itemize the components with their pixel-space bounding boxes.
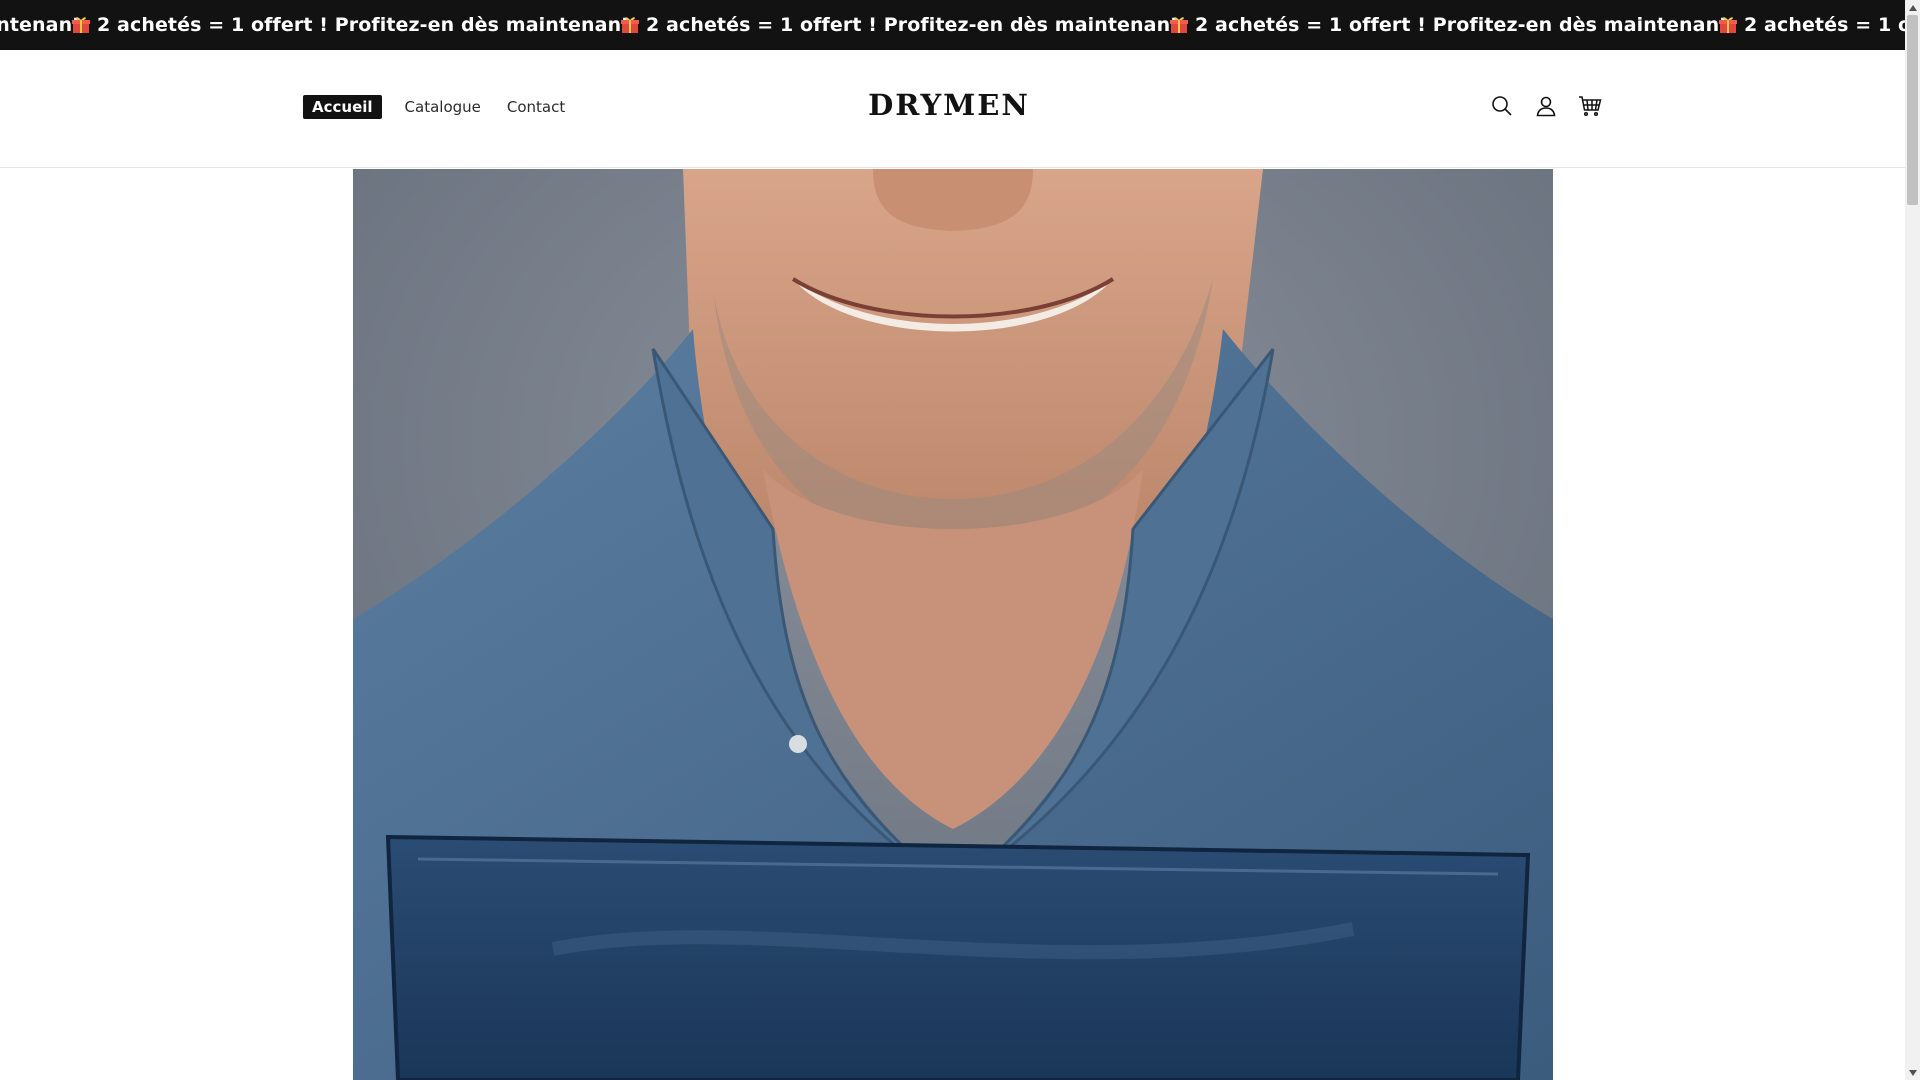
announcement-item: 2 achetés = 1 offert ! Profitez-en dès m… xyxy=(1718,14,1905,36)
scrollbar-thumb[interactable] xyxy=(1907,15,1918,205)
announcement-item: 2 achetés = 1 offert ! Profitez-en dès m… xyxy=(1169,14,1736,36)
announcement-bar: 2 achetés = 1 offert ! Profitez-en dès m… xyxy=(0,0,1905,50)
gift-icon xyxy=(71,15,91,35)
announcement-text: 2 achetés = 1 offert ! Profitez-en dès m… xyxy=(97,14,638,36)
announcement-text: 2 achetés = 1 offert ! Profitez-en dès m… xyxy=(646,14,1187,36)
product-hero-image[interactable] xyxy=(353,169,1553,1080)
scrollbar[interactable] xyxy=(1905,0,1920,1080)
scroll-up-arrow-icon[interactable] xyxy=(1905,0,1920,15)
announcement-item: 2 achetés = 1 offert ! Profitez-en dès m… xyxy=(620,14,1187,36)
header-icons xyxy=(1490,94,1602,118)
announcement-item: 2 achetés = 1 offert ! Profitez-en dès m… xyxy=(0,14,89,36)
scroll-down-arrow-icon[interactable] xyxy=(1905,1065,1920,1080)
gift-icon xyxy=(1718,15,1738,35)
search-icon[interactable] xyxy=(1490,94,1514,118)
announcement-text: 2 achetés = 1 offert ! Profitez-en dès m… xyxy=(1744,14,1905,36)
announcement-text: 2 achetés = 1 offert ! Profitez-en dès m… xyxy=(1195,14,1736,36)
announcement-track: 2 achetés = 1 offert ! Profitez-en dès m… xyxy=(0,0,1905,50)
gift-icon xyxy=(620,15,640,35)
gift-icon xyxy=(1169,15,1189,35)
site-header: Accueil Catalogue Contact DRYMEN xyxy=(0,50,1905,168)
site-logo[interactable]: DRYMEN xyxy=(0,88,1898,122)
cart-icon[interactable] xyxy=(1578,94,1602,118)
account-icon[interactable] xyxy=(1534,94,1558,118)
announcement-item: 2 achetés = 1 offert ! Profitez-en dès m… xyxy=(71,14,638,36)
